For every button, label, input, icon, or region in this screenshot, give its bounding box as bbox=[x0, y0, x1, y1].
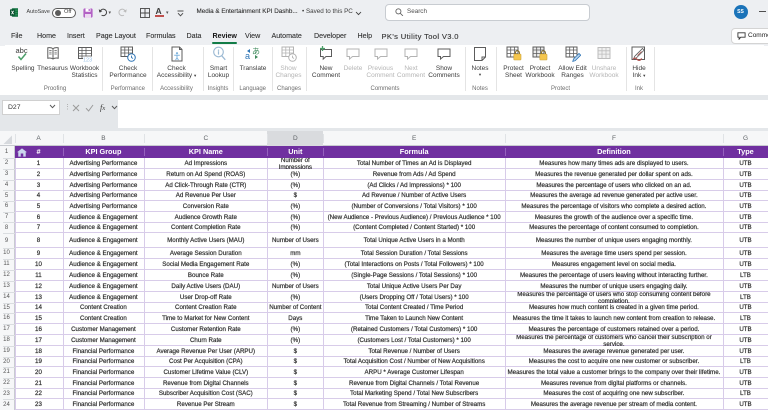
svg-text:あ: あ bbox=[252, 47, 260, 56]
svg-text:123: 123 bbox=[83, 57, 92, 62]
